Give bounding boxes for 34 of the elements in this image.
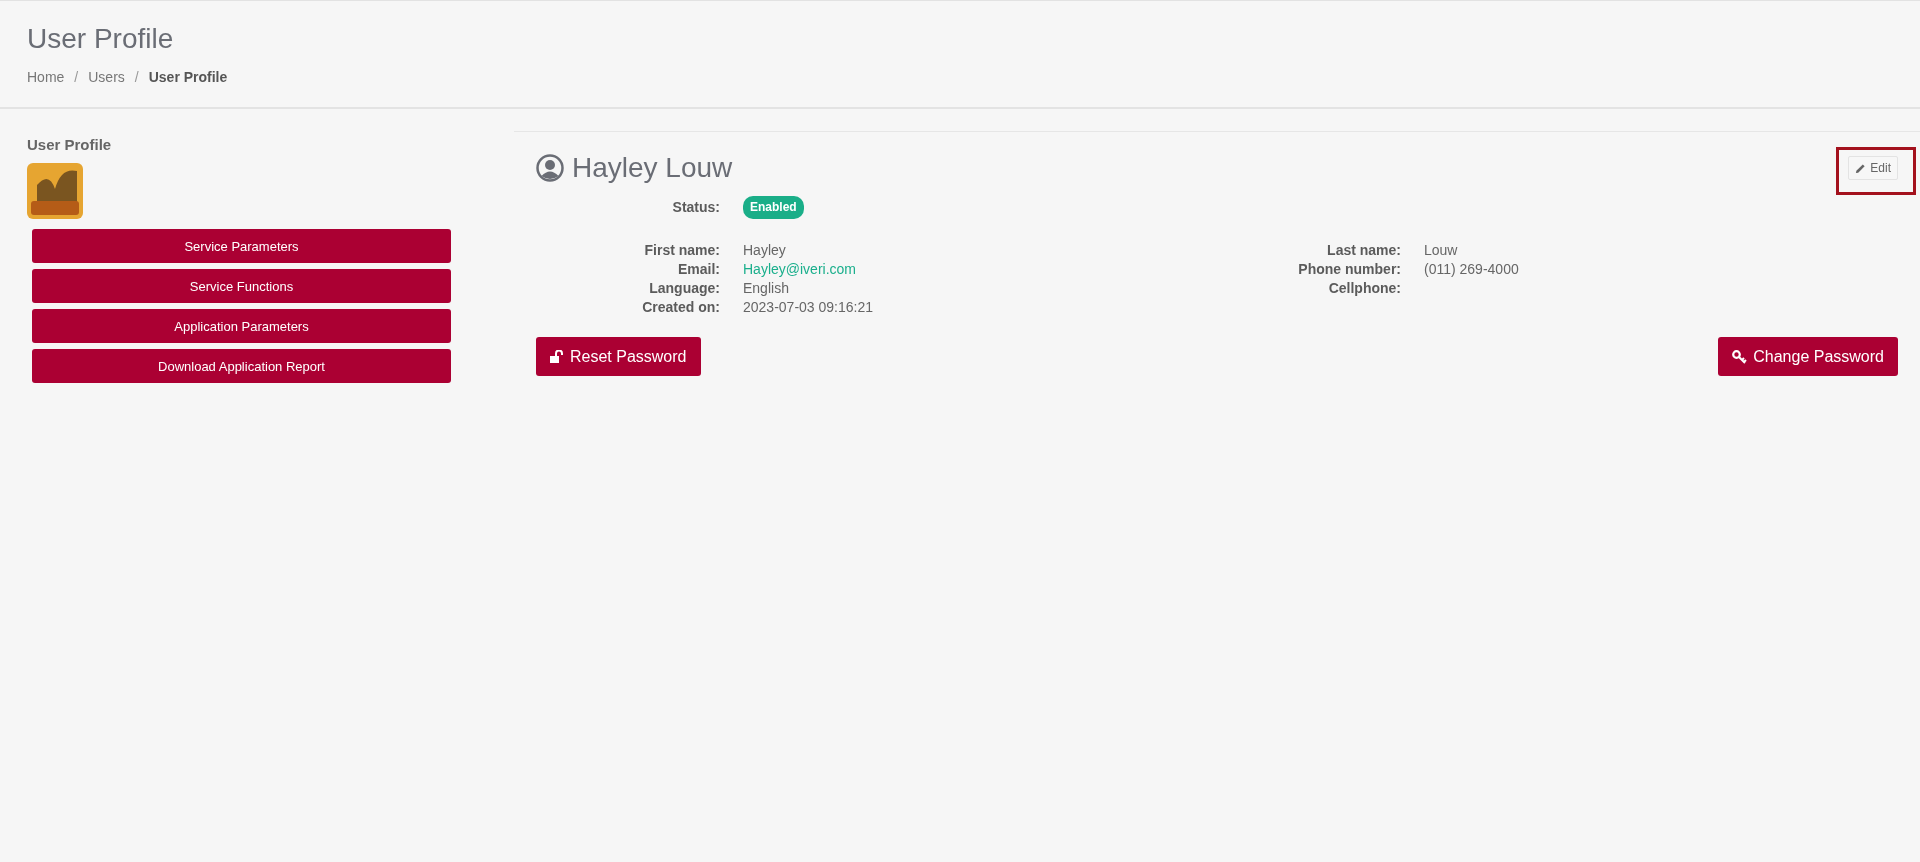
field-label: Cellphone: — [1327, 279, 1401, 298]
field-label: Language: — [648, 279, 720, 298]
field-label: Phone number: — [1297, 260, 1401, 279]
sidebar-button[interactable]: Service Parameters — [32, 229, 451, 263]
edit-button[interactable]: Edit — [1848, 156, 1898, 180]
unlock-icon — [550, 350, 564, 363]
sidebar-button[interactable]: Download Application Report — [32, 349, 451, 383]
logo-icon — [27, 163, 83, 219]
field-label: Email: — [677, 260, 720, 279]
field-value: 2023-07-03 09:16:21 — [743, 298, 874, 317]
field-label: Created on: — [641, 298, 720, 317]
reset-password-button[interactable]: Reset Password — [536, 337, 701, 376]
change-password-button[interactable]: Change Password — [1718, 337, 1898, 376]
field-value: Hayley — [743, 241, 787, 260]
sidebar-button[interactable]: Service Functions — [32, 269, 451, 303]
sidebar-button[interactable]: Application Parameters — [32, 309, 451, 343]
field-value: English — [743, 279, 790, 298]
user-name: Hayley Louw — [572, 152, 733, 184]
status-badge: Enabled — [743, 196, 804, 219]
field-value: (011) 269-4000 — [1424, 260, 1520, 279]
pencil-icon — [1855, 162, 1867, 174]
key-icon — [1732, 349, 1748, 364]
field-label: Status: — [671, 198, 720, 217]
breadcrumb-separator: / — [74, 69, 79, 85]
field-label: Last name: — [1326, 241, 1401, 260]
user-icon — [536, 154, 564, 182]
field-label: First name: — [643, 241, 720, 260]
page-title: User Profile — [27, 23, 175, 55]
field-value: Louw — [1424, 241, 1459, 260]
sidebar-title: User Profile — [27, 136, 113, 153]
breadcrumb-link[interactable]: User Profile — [148, 69, 228, 85]
breadcrumb-link[interactable]: Users — [88, 69, 125, 85]
breadcrumb-link[interactable]: Home — [27, 69, 65, 85]
breadcrumb-separator: / — [134, 69, 139, 85]
